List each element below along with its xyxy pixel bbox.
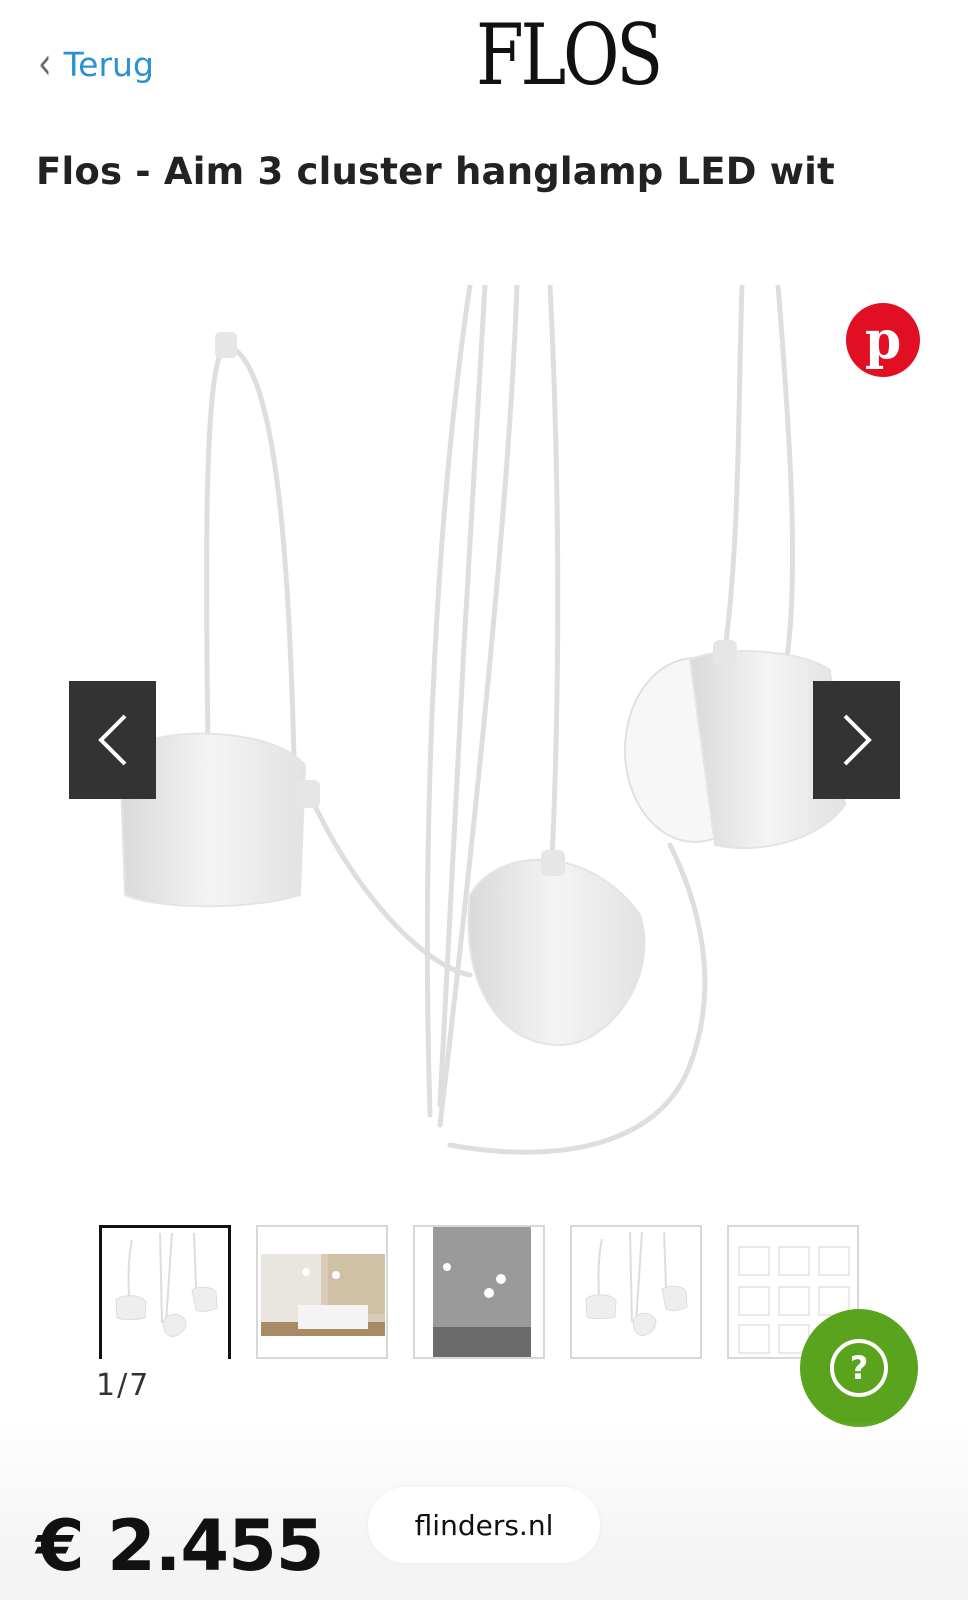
thumbnail-3[interactable] bbox=[413, 1225, 545, 1359]
chevron-left-icon bbox=[97, 714, 126, 766]
thumbnail-4[interactable] bbox=[570, 1225, 702, 1359]
help-button[interactable]: ? bbox=[800, 1309, 918, 1427]
thumbnail-1[interactable] bbox=[99, 1225, 231, 1359]
product-price: € 2.455 bbox=[36, 1505, 324, 1587]
chevron-left-icon: ‹ bbox=[38, 38, 52, 90]
pinterest-icon[interactable]: p bbox=[846, 303, 920, 377]
question-icon: ? bbox=[830, 1339, 888, 1397]
gallery-next-button[interactable] bbox=[813, 681, 900, 799]
chevron-right-icon bbox=[843, 714, 872, 766]
product-title: Flos - Aim 3 cluster hanglamp LED wit bbox=[36, 150, 835, 193]
back-label: Terug bbox=[63, 44, 154, 84]
gallery-counter: 1/7 bbox=[96, 1368, 151, 1403]
thumbnail-2[interactable] bbox=[256, 1225, 388, 1359]
browser-domain-pill[interactable]: flinders.nl bbox=[368, 1487, 600, 1563]
gallery-prev-button[interactable] bbox=[69, 681, 156, 799]
brand-logo: FLOS bbox=[476, 6, 663, 104]
header: ‹ Terug FLOS bbox=[0, 0, 968, 130]
back-button[interactable]: ‹ Terug bbox=[38, 38, 154, 90]
